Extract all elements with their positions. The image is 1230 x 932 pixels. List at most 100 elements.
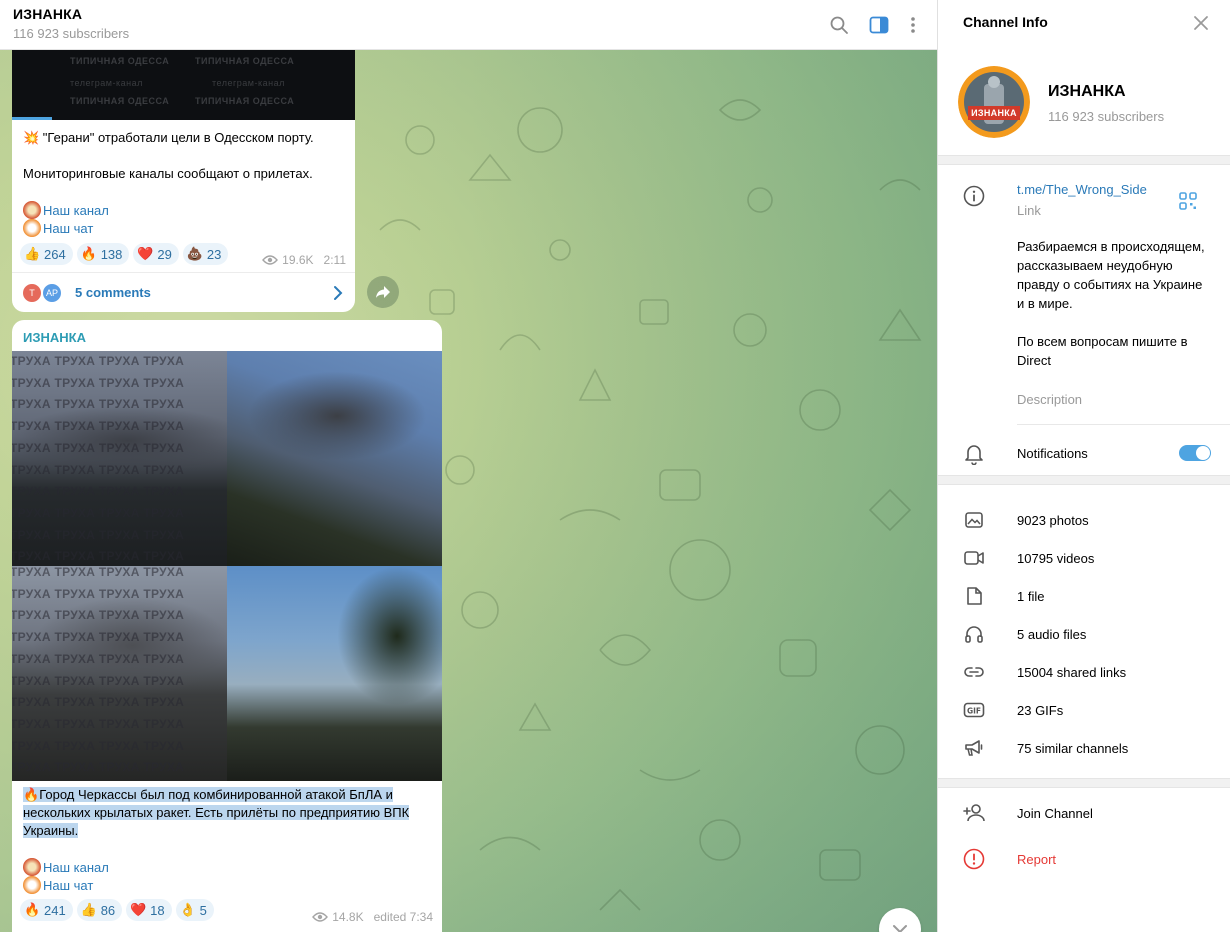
reaction-ok-hand[interactable]: 👌 5 xyxy=(175,899,214,921)
views-eye-icon xyxy=(312,912,329,922)
our-channel-link-row[interactable]: Наш канал xyxy=(23,858,109,876)
close-icon[interactable] xyxy=(1192,14,1210,32)
video-progress-bar xyxy=(12,117,52,120)
forward-button[interactable] xyxy=(367,276,399,308)
our-chat-link-row[interactable]: Наш чат xyxy=(23,219,109,237)
reaction-thumbs-up[interactable]: 👍 86 xyxy=(76,899,123,921)
post-author[interactable]: ИЗНАНКА xyxy=(23,330,86,345)
notifications-label: Notifications xyxy=(1017,446,1088,461)
qr-code-icon[interactable] xyxy=(1178,191,1198,211)
watermark-text: ТРУХА ТРУХА ТРУХА ТРУХАТРУХА ТРУХА ТРУХА… xyxy=(227,351,442,566)
panel-title: Channel Info xyxy=(963,14,1048,30)
search-icon[interactable] xyxy=(826,12,852,38)
media-links[interactable]: 15004 shared links xyxy=(938,653,1230,691)
post-photo-album: ТРУХА ТРУХА ТРУХА ТРУХА ТРУХА ТРУХА ТРУХА… xyxy=(12,351,442,781)
watermark-text: телеграм-канал xyxy=(212,78,285,88)
chat-emoji-icon xyxy=(23,219,41,237)
comments-bar[interactable]: T AP 5 comments xyxy=(12,272,355,312)
section-divider xyxy=(938,778,1230,788)
share-arrow-icon xyxy=(376,286,390,298)
add-user-icon xyxy=(962,801,986,825)
comments-label[interactable]: 5 comments xyxy=(75,285,151,300)
media-files[interactable]: 1 file xyxy=(938,577,1230,615)
reaction-heart[interactable]: ❤️ 18 xyxy=(126,899,172,921)
our-chat-link-row[interactable]: Наш чат xyxy=(23,876,109,894)
album-photo[interactable]: ТРУХА ТРУХА ТРУХА ТРУХАТРУХА ТРУХА ТРУХА… xyxy=(227,566,442,781)
post-video-thumbnail[interactable]: ТИПИЧНАЯ ОДЕССА ТИПИЧНАЯ ОДЕССА телеграм… xyxy=(12,50,355,120)
our-channel-link[interactable]: Наш канал xyxy=(43,203,109,218)
channel-link[interactable]: t.me/The_Wrong_Side xyxy=(1017,182,1147,197)
svg-text:GIF: GIF xyxy=(967,707,981,716)
reaction-thumbs-up[interactable]: 👍 264 xyxy=(20,243,73,265)
channel-info-panel: Channel Info ИЗНАНКА ИЗНАНКА 116 923 sub… xyxy=(937,0,1230,932)
media-label: 23 GIFs xyxy=(1017,703,1064,718)
view-count: 19.6K xyxy=(282,253,314,267)
our-channel-link-row[interactable]: Наш канал xyxy=(23,201,109,219)
watermark-text: ТИПИЧНАЯ ОДЕССА xyxy=(70,96,170,106)
watermark-text: ТИПИЧНАЯ ОДЕССА xyxy=(195,96,295,106)
our-chat-link[interactable]: Наш чат xyxy=(43,221,93,236)
thumbs-up-icon: 👍 xyxy=(80,902,97,917)
watermark-text: телеграм-канал xyxy=(70,78,143,88)
media-gifs[interactable]: GIF 23 GIFs xyxy=(938,691,1230,729)
chevron-right-icon xyxy=(334,286,343,300)
report-label: Report xyxy=(1017,852,1057,867)
post-meta: 14.8K edited 7:34 xyxy=(312,910,433,924)
media-label: 10795 videos xyxy=(1017,551,1095,566)
media-audio[interactable]: 5 audio files xyxy=(938,615,1230,653)
media-label: 15004 shared links xyxy=(1017,665,1127,680)
reaction-count: 29 xyxy=(157,246,172,262)
post-links: Наш канал Наш чат xyxy=(23,201,109,237)
photo-icon xyxy=(962,508,986,532)
chevron-down-icon xyxy=(893,925,907,932)
chat-title[interactable]: ИЗНАНКА xyxy=(13,6,82,22)
our-channel-link[interactable]: Наш канал xyxy=(43,860,109,875)
section-divider xyxy=(938,475,1230,485)
info-icon xyxy=(962,184,986,208)
album-photo[interactable]: ТРУХА ТРУХА ТРУХА ТРУХАТРУХА ТРУХА ТРУХА… xyxy=(12,566,227,781)
megaphone-icon xyxy=(962,736,986,760)
media-label: 9023 photos xyxy=(1017,513,1089,528)
chat-background: ТИПИЧНАЯ ОДЕССА ТИПИЧНАЯ ОДЕССА телеграм… xyxy=(0,50,937,932)
gif-icon: GIF xyxy=(962,698,986,722)
reaction-count: 138 xyxy=(100,246,123,262)
reaction-poop[interactable]: 💩 23 xyxy=(182,243,229,265)
album-photo[interactable]: ТРУХА ТРУХА ТРУХА ТРУХАТРУХА ТРУХА ТРУХА… xyxy=(227,351,442,566)
media-label: 1 file xyxy=(1017,589,1045,604)
post-body: Город Черкассы был под комбинированной а… xyxy=(23,787,410,838)
notifications-toggle[interactable] xyxy=(1179,445,1211,461)
watermark-text: ТИПИЧНАЯ ОДЕССА xyxy=(195,56,295,66)
link-icon xyxy=(962,660,986,684)
thumbs-up-icon: 👍 xyxy=(24,246,41,261)
sidebar-toggle-icon[interactable] xyxy=(866,12,892,38)
report-icon xyxy=(962,847,986,871)
media-photos[interactable]: 9023 photos xyxy=(938,501,1230,539)
reaction-count: 5 xyxy=(199,902,207,918)
channel-avatar[interactable]: ИЗНАНКА xyxy=(958,66,1030,138)
our-chat-link[interactable]: Наш чат xyxy=(43,878,93,893)
chat-header[interactable]: ИЗНАНКА 116 923 subscribers xyxy=(0,0,937,50)
file-icon xyxy=(962,584,986,608)
media-videos[interactable]: 10795 videos xyxy=(938,539,1230,577)
more-options-icon[interactable] xyxy=(900,12,926,38)
reaction-heart[interactable]: ❤️ 29 xyxy=(133,243,179,265)
post-links: Наш канал Наш чат xyxy=(23,858,109,894)
reaction-fire[interactable]: 🔥 138 xyxy=(76,243,130,265)
similar-channels[interactable]: 75 similar channels xyxy=(938,729,1230,767)
avatar-logo-text: ИЗНАНКА xyxy=(971,108,1017,118)
heart-icon: ❤️ xyxy=(130,902,147,917)
chat-emoji-icon xyxy=(23,876,41,894)
reaction-count: 264 xyxy=(44,246,66,262)
reaction-count: 18 xyxy=(150,902,165,918)
fire-icon: 🔥 xyxy=(80,246,97,261)
post-time: edited 7:34 xyxy=(373,910,433,924)
album-photo[interactable]: ТРУХА ТРУХА ТРУХА ТРУХАТРУХА ТРУХА ТРУХА… xyxy=(12,351,227,566)
divider-line xyxy=(1017,424,1230,425)
join-channel-button[interactable]: Join Channel xyxy=(938,794,1230,832)
reaction-fire[interactable]: 🔥 241 xyxy=(20,899,73,921)
post-text: Мониторинговые каналы сообщают о прилета… xyxy=(23,166,313,181)
reaction-count: 86 xyxy=(100,902,116,918)
report-button[interactable]: Report xyxy=(938,840,1230,878)
reaction-count: 23 xyxy=(206,246,222,262)
headphones-icon xyxy=(962,622,986,646)
